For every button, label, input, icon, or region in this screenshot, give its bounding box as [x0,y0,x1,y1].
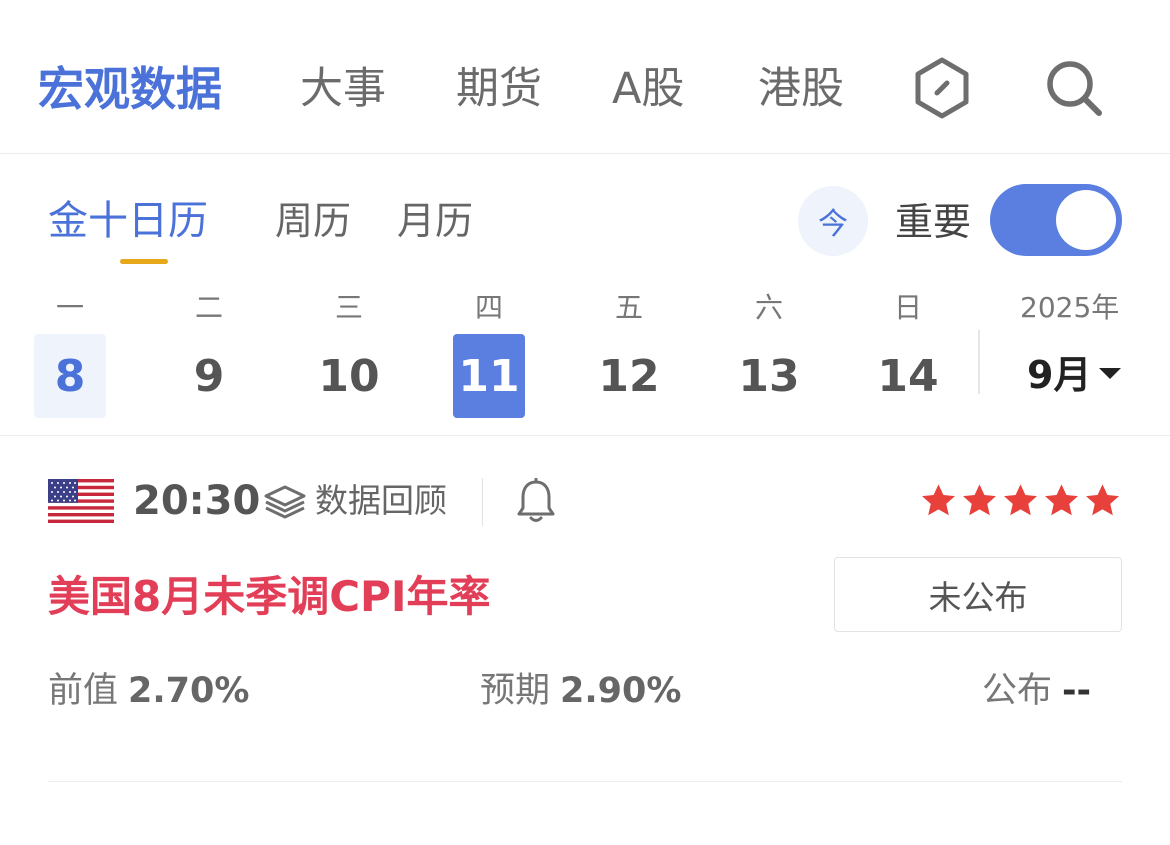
actual-number: -- [1062,671,1092,711]
expected-label: 预期 [480,671,551,711]
week-divider [978,330,980,394]
caret-down-icon [1099,368,1122,379]
event-time: 20:30 [133,478,261,524]
card-divider [48,781,1122,782]
expected-value: 预期 2.90% [480,666,681,716]
weekday-label: 一 [55,291,84,324]
today-button[interactable]: 今 [798,186,868,256]
expected-number: 2.90% [560,671,682,711]
day-cell[interactable]: 13 [733,334,805,418]
weekday-label: 六 [754,291,783,324]
us-flag-icon [48,479,114,523]
day-cell[interactable]: 9 [173,334,245,418]
tab-weekly-calendar[interactable]: 周历 [275,192,351,250]
nav-tab-macro-data[interactable]: 宏观数据 [38,58,222,120]
weekday-label: 日 [893,291,922,324]
star-icon [922,484,955,516]
nav-tab-events[interactable]: 大事 [300,58,386,120]
day-cell[interactable]: 10 [313,334,385,418]
toggle-knob [1056,190,1116,250]
event-title[interactable]: 美国8月未季调CPI年率 [48,568,490,626]
previous-label: 前值 [48,671,119,711]
actual-label: 公布 [982,671,1053,711]
weekday-label: 三 [334,291,363,324]
layers-icon[interactable] [262,484,308,520]
bell-icon[interactable] [515,478,557,524]
star-icon [1086,484,1119,516]
month-selector[interactable]: 9月 [1027,350,1122,400]
previous-value: 前值 2.70% [48,666,249,716]
nav-tab-a-shares[interactable]: A股 [612,58,684,120]
star-icon [963,484,996,516]
important-toggle[interactable] [990,184,1122,256]
day-cell[interactable]: 14 [872,334,944,418]
divider [482,478,483,526]
weekday-label: 四 [474,291,503,324]
year-label: 2025年 [1020,291,1120,324]
data-review-link[interactable]: 数据回顾 [315,478,447,524]
day-cell[interactable]: 12 [593,334,665,418]
nav-tab-futures[interactable]: 期货 [456,58,542,120]
previous-number: 2.70% [128,671,250,711]
day-cell-today[interactable]: 8 [34,334,106,418]
important-toggle-label: 重要 [895,200,972,244]
section-divider [0,435,1170,436]
weekday-label: 五 [614,291,643,324]
top-nav: 宏观数据 大事 期货 A股 港股 [0,0,1170,154]
nav-tab-hk-stocks[interactable]: 港股 [758,58,844,120]
weekday-label: 二 [194,291,223,324]
importance-stars [918,482,1123,520]
search-icon[interactable] [1042,56,1106,120]
month-label: 9月 [1027,353,1092,397]
day-cell-selected[interactable]: 11 [453,334,525,418]
star-icon [1045,484,1078,516]
tab-daily-calendar[interactable]: 金十日历 [48,192,208,250]
star-icon [1004,484,1037,516]
hexagon-app-icon[interactable] [910,56,974,120]
active-tab-indicator [120,259,168,264]
release-status-badge: 未公布 [834,557,1122,632]
actual-value: 公布 -- [982,666,1091,716]
tab-monthly-calendar[interactable]: 月历 [397,192,473,250]
